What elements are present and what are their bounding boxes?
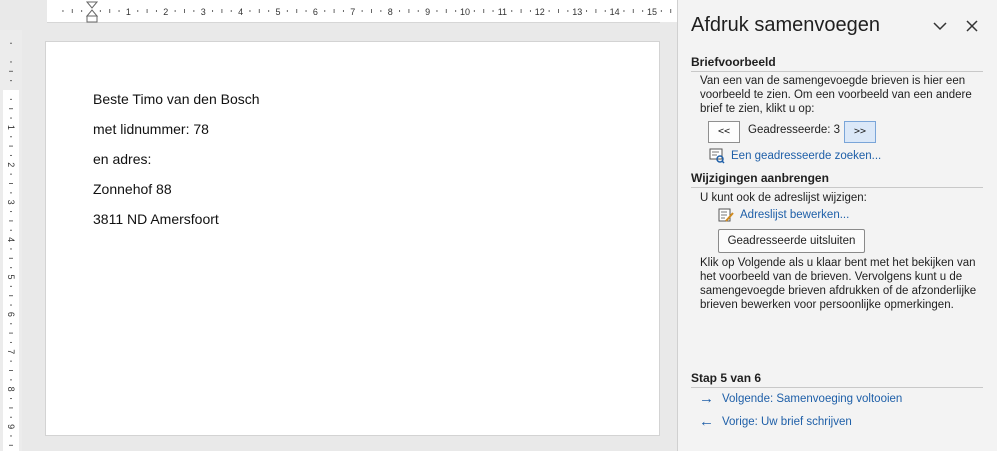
vruler-number: 7 (6, 349, 16, 354)
ruler-number: 4 (238, 7, 243, 17)
document-line-1[interactable]: Beste Timo van den Bosch (93, 91, 260, 107)
previous-recipient-button[interactable]: << (708, 121, 740, 143)
ruler-number: 12 (535, 7, 545, 17)
vruler-number: 9 (6, 424, 16, 429)
ruler-number: 8 (388, 7, 393, 17)
ruler-scale: 1 2 3 4 5 6 7 8 9 10 11 12 13 14 15 (62, 7, 672, 17)
ruler-number: 11 (498, 7, 507, 17)
ruler-number: 15 (647, 7, 657, 17)
horizontal-ruler[interactable]: 1 2 3 4 5 6 7 8 9 10 11 12 13 14 15 (47, 0, 677, 23)
ruler-number: 3 (201, 7, 206, 17)
ruler-number: 10 (460, 7, 470, 17)
changes-heading: Wijzigingen aanbrengen (691, 171, 983, 188)
document-line-3[interactable]: en adres: (93, 151, 151, 167)
next-step-link[interactable]: Volgende: Samenvoeging voltooien (722, 393, 902, 405)
vruler-number: 5 (6, 274, 16, 279)
next-recipient-button[interactable]: >> (844, 121, 876, 143)
vruler-number: 1 (6, 125, 16, 130)
ruler-number: 13 (572, 7, 582, 17)
find-recipient-icon (709, 148, 725, 164)
document-line-5[interactable]: 3811 ND Amersfoort (93, 211, 219, 227)
find-recipient-link[interactable]: Een geadresseerde zoeken... (731, 150, 881, 162)
document-page[interactable]: Beste Timo van den Bosch met lidnummer: … (46, 42, 659, 435)
ruler-number: 9 (425, 7, 430, 17)
preview-heading: Briefvoorbeeld (691, 55, 983, 72)
edit-address-list-link[interactable]: Adreslijst bewerken... (740, 209, 849, 221)
edit-list-icon (718, 208, 734, 222)
arrow-right-icon: → (699, 390, 714, 407)
close-icon[interactable] (962, 16, 982, 36)
preview-description: Van een van de samengevoegde brieven is … (700, 75, 972, 115)
step-heading: Stap 5 van 6 (691, 371, 983, 388)
ruler-number: 2 (163, 7, 168, 17)
document-scrollbar[interactable] (660, 22, 677, 451)
vruler-number: 3 (6, 200, 16, 205)
vruler-number: 4 (6, 237, 16, 242)
document-line-4[interactable]: Zonnehof 88 (93, 181, 172, 197)
arrow-left-icon: ← (699, 413, 714, 430)
previous-step-link[interactable]: Vorige: Uw brief schrijven (722, 416, 852, 428)
mail-merge-pane: Afdruk samenvoegen Briefvoorbeeld Van ee… (677, 0, 997, 451)
document-line-2[interactable]: met lidnummer: 78 (93, 121, 209, 137)
vruler-number: 8 (6, 387, 16, 392)
changes-info: Klik op Volgende als u klaar bent met he… (700, 257, 977, 311)
vruler-number: 6 (6, 312, 16, 317)
vruler-number: 2 (6, 162, 16, 167)
chevron-down-icon[interactable] (930, 16, 950, 36)
recipient-counter: Geadresseerde: 3 (748, 124, 841, 136)
ruler-number: 14 (610, 7, 620, 17)
pane-title: Afdruk samenvoegen (691, 14, 881, 36)
indent-marker-icon[interactable] (86, 1, 98, 23)
exclude-recipient-button[interactable]: Geadresseerde uitsluiten (718, 229, 865, 253)
vertical-ruler-scale: 1 2 3 4 5 6 7 8 9 (6, 42, 16, 446)
changes-description: U kunt ook de adreslijst wijzigen: (700, 192, 867, 204)
ruler-number: 7 (350, 7, 355, 17)
ruler-number: 1 (126, 7, 131, 17)
vertical-ruler[interactable]: 1 2 3 4 5 6 7 8 9 (0, 30, 22, 451)
ruler-number: 6 (313, 7, 318, 17)
ruler-number: 5 (275, 7, 280, 17)
